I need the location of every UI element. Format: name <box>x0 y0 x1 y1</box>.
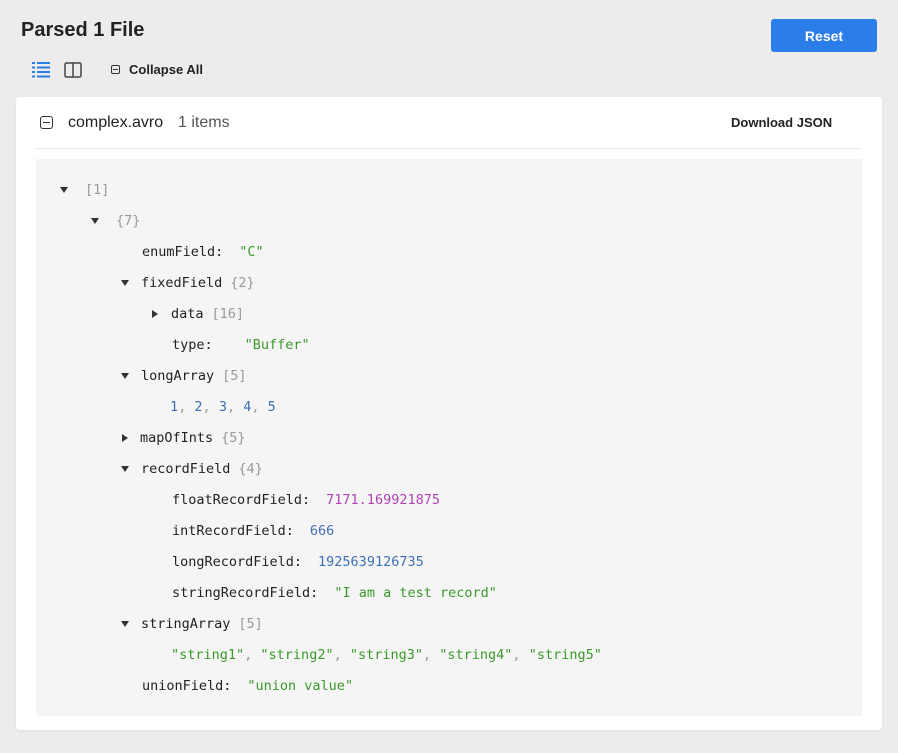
caret-right-icon[interactable] <box>152 310 158 318</box>
array-value[interactable]: "string5" <box>529 647 602 663</box>
tree-row-stringArray: stringArray [5] <box>121 614 263 634</box>
count-fixedField: {2} <box>230 275 255 291</box>
key-enumField: enumField: <box>142 244 224 260</box>
key-stringRecordField: stringRecordField: <box>172 585 319 601</box>
caret-down-icon[interactable] <box>121 280 129 286</box>
tree-row-enumField: enumField: "C" <box>142 242 264 262</box>
value-type[interactable]: "Buffer" <box>245 337 310 353</box>
count-stringArray: [5] <box>238 616 263 632</box>
key-type: type: <box>172 337 213 353</box>
caret-right-icon[interactable] <box>122 434 128 442</box>
tree-row-mapOfInts: mapOfInts {5} <box>122 428 246 448</box>
key-stringArray: stringArray <box>141 616 231 632</box>
caret-down-icon[interactable] <box>91 218 99 224</box>
key-data: data <box>171 306 204 322</box>
key-fixedField: fixedField <box>141 275 223 291</box>
collapse-all-label: Collapse All <box>129 62 203 77</box>
object-count: {7} <box>116 213 141 229</box>
page-title: Parsed 1 File <box>21 19 145 41</box>
root-count: [1] <box>85 182 110 198</box>
array-value[interactable]: "string1" <box>171 647 244 663</box>
tree-row-longRecordField: longRecordField: 1925639126735 <box>172 552 424 572</box>
file-panel-header: complex.avro 1 items Download JSON <box>16 97 882 149</box>
value-stringRecordField[interactable]: "I am a test record" <box>334 585 497 601</box>
value-enumField[interactable]: "C" <box>239 244 263 260</box>
collapse-file-icon[interactable] <box>40 116 53 129</box>
tree-row-object: {7} <box>91 211 140 231</box>
value-floatRecordField[interactable]: 7171.169921875 <box>326 492 440 508</box>
file-panel: complex.avro 1 items Download JSON [1] {… <box>16 97 882 730</box>
tree-row-data: data [16] <box>152 304 244 324</box>
divider <box>36 148 861 149</box>
list-view-icon[interactable] <box>30 59 52 81</box>
caret-down-icon[interactable] <box>121 373 129 379</box>
item-count: 1 items <box>178 114 230 131</box>
tree-row-longArray: longArray [5] <box>121 366 247 386</box>
caret-down-icon[interactable] <box>121 621 129 627</box>
count-mapOfInts: {5} <box>221 430 246 446</box>
key-mapOfInts: mapOfInts <box>140 430 214 446</box>
array-value[interactable]: "string3" <box>350 647 423 663</box>
tree-row-stringRecordField: stringRecordField: "I am a test record" <box>172 583 497 603</box>
caret-down-icon[interactable] <box>121 466 129 472</box>
collapse-all-button[interactable]: Collapse All <box>111 62 203 77</box>
tree-row-floatRecordField: floatRecordField: 7171.169921875 <box>172 490 440 510</box>
array-value[interactable]: "string4" <box>439 647 512 663</box>
key-unionField: unionField: <box>142 678 232 694</box>
tree-row-fixedField: fixedField {2} <box>121 273 255 293</box>
caret-down-icon[interactable] <box>60 187 68 193</box>
key-intRecordField: intRecordField: <box>172 523 294 539</box>
value-intRecordField[interactable]: 666 <box>310 523 334 539</box>
array-value[interactable]: 1 <box>170 399 178 415</box>
json-tree: [1] {7} enumField: "C" fixedField {2} da… <box>36 159 862 716</box>
count-longArray: [5] <box>222 368 247 384</box>
key-longRecordField: longRecordField: <box>172 554 303 570</box>
array-value[interactable]: "string2" <box>260 647 333 663</box>
tree-row-type: type: "Buffer" <box>172 335 310 355</box>
view-toolbar <box>30 59 84 81</box>
value-longRecordField[interactable]: 1925639126735 <box>318 554 424 570</box>
key-floatRecordField: floatRecordField: <box>172 492 311 508</box>
count-recordField: {4} <box>238 461 263 477</box>
key-recordField: recordField <box>141 461 231 477</box>
array-value[interactable]: 4 <box>243 399 251 415</box>
download-json-button[interactable]: Download JSON <box>731 115 832 130</box>
tree-row-intRecordField: intRecordField: 666 <box>172 521 334 541</box>
value-unionField[interactable]: "union value" <box>247 678 353 694</box>
array-value[interactable]: 3 <box>219 399 227 415</box>
longArray-values: 1, 2, 3, 4, 5 <box>170 399 276 415</box>
array-value[interactable]: 5 <box>268 399 276 415</box>
key-longArray: longArray <box>141 368 215 384</box>
array-value[interactable]: 2 <box>194 399 202 415</box>
tree-row-root: [1] <box>60 180 109 200</box>
collapse-square-icon <box>111 65 120 74</box>
tree-row-unionField: unionField: "union value" <box>142 676 353 696</box>
tree-row-recordField: recordField {4} <box>121 459 263 479</box>
file-name: complex.avro <box>68 114 164 131</box>
reset-button[interactable]: Reset <box>771 19 877 52</box>
split-view-icon[interactable] <box>62 59 84 81</box>
count-data: [16] <box>211 306 245 322</box>
stringArray-values: "string1", "string2", "string3", "string… <box>171 647 602 663</box>
